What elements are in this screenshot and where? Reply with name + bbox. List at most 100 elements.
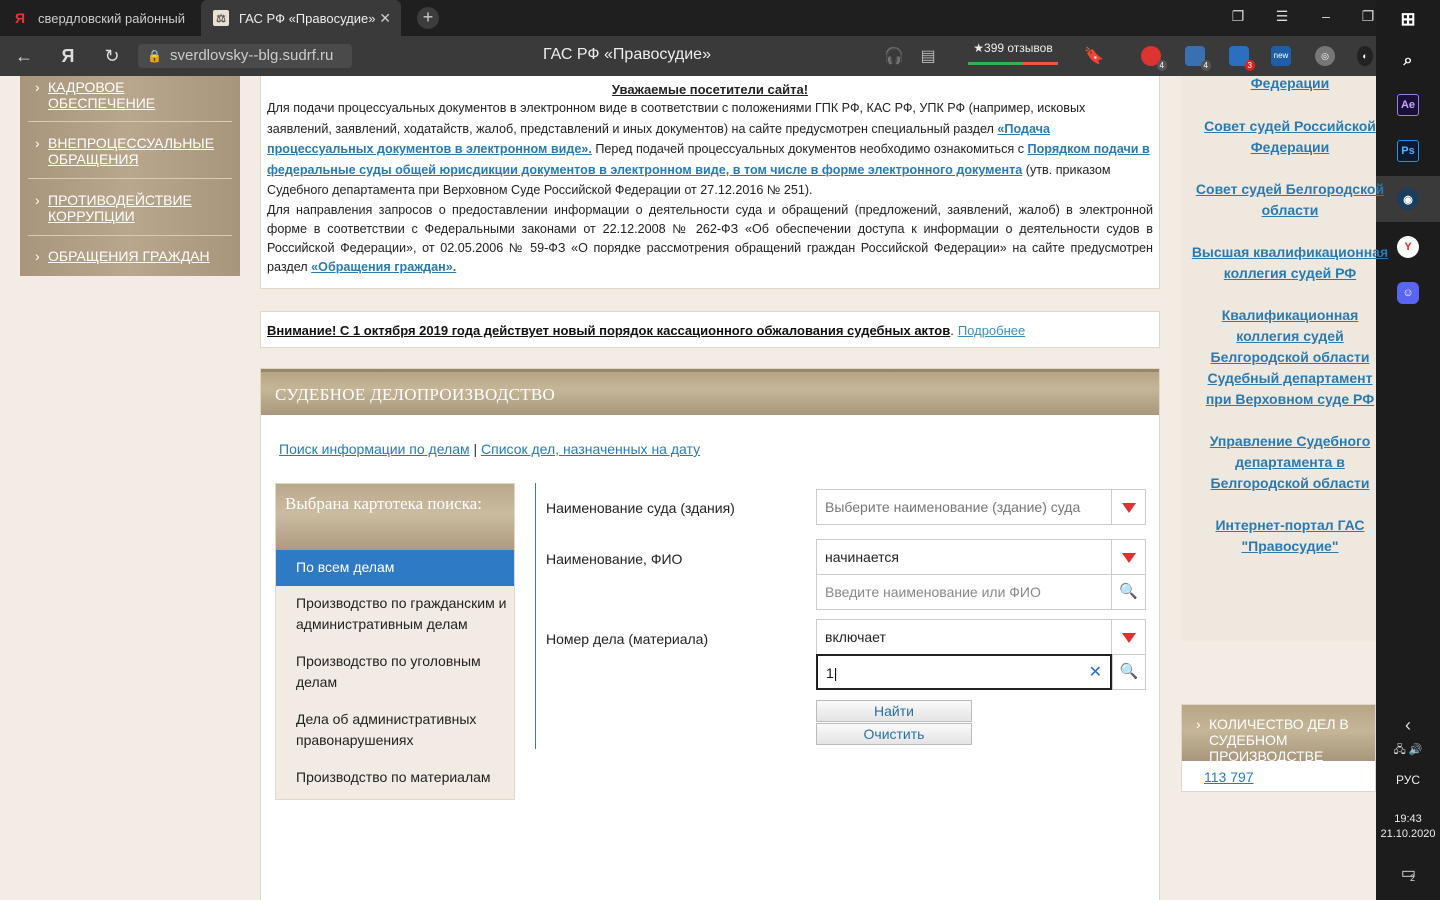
extension-red-icon[interactable]: 4: [1141, 46, 1167, 71]
tab-yandex-search[interactable]: Я свердловский районный с: [0, 0, 198, 36]
yandex-favicon-icon: Я: [14, 10, 26, 26]
link-higher-collegium[interactable]: Высшая квалификационная коллегия судей Р…: [1181, 242, 1399, 284]
clock-date: 21.10.2020: [1380, 828, 1436, 840]
headphones-icon[interactable]: 🎧: [883, 46, 905, 66]
tab-sudrf[interactable]: ⚖ ГАС РФ «Правосудие» ✕: [201, 0, 401, 36]
warning-text: Внимание! С 1 октября 2019 года действуе…: [267, 323, 951, 338]
link-department-belgorod[interactable]: Управление Судебного департамента в Белг…: [1181, 431, 1399, 494]
minimize-icon[interactable]: –: [1316, 8, 1336, 24]
divider: [28, 178, 232, 179]
extension-icon[interactable]: ◐: [1357, 46, 1373, 66]
divider: [28, 235, 232, 236]
close-tab-icon[interactable]: ✕: [379, 10, 391, 27]
page-title: ГАС РФ «Правосудие»: [543, 46, 711, 63]
case-count-title[interactable]: › КОЛИЧЕСТВО ДЕЛ В СУДЕБНОМ ПРОИЗВОДСТВЕ: [1182, 705, 1375, 764]
name-input[interactable]: Введите наименование или ФИО 🔍: [816, 574, 1146, 610]
link-judicial-department[interactable]: Судебный департамент при Верховном суде …: [1181, 368, 1399, 410]
link-qualification-collegium[interactable]: Квалификационная коллегия судей Белгород…: [1181, 305, 1399, 368]
menu-icon[interactable]: ☰: [1272, 8, 1292, 25]
divider: [535, 483, 536, 749]
divider: [28, 121, 232, 122]
case-match-value: включает: [825, 629, 886, 645]
link-council-belgorod[interactable]: Совет судей Белгородской области: [1181, 179, 1399, 221]
address-bar: ← Я ↻ 🔒 sverdlovsky--blg.sudrf.ru ГАС РФ…: [0, 36, 1376, 76]
menu-item-anticorruption[interactable]: › ПРОТИВОДЕЙСТВИЕ КОРРУПЦИИ: [20, 192, 240, 224]
more-link[interactable]: Подробнее: [958, 323, 1025, 338]
reader-mode-icon[interactable]: ▤: [917, 46, 939, 66]
dropdown-arrow-icon[interactable]: [1111, 490, 1145, 524]
restore-icon[interactable]: ❐: [1358, 8, 1378, 25]
case-number-input[interactable]: 1| ✕: [816, 654, 1112, 690]
warning-dot: .: [950, 323, 954, 338]
search-icon[interactable]: 🔍: [1111, 575, 1145, 609]
case-count-widget: › КОЛИЧЕСТВО ДЕЛ В СУДЕБНОМ ПРОИЗВОДСТВЕ …: [1181, 704, 1376, 792]
language-indicator[interactable]: РУС: [1376, 773, 1440, 787]
notification-count: 2: [1410, 873, 1416, 883]
citizen-appeals-link[interactable]: «Обращения граждан».: [311, 260, 456, 274]
search-links: Поиск информации по делам | Список дел, …: [279, 441, 700, 457]
browser-tab-bar: Я свердловский районный с ⚖ ГАС РФ «Прав…: [0, 0, 1376, 36]
case-list-by-date-link[interactable]: Список дел, назначенных на дату: [481, 441, 700, 457]
reviews-button[interactable]: ★399 отзывов: [966, 41, 1060, 65]
dropdown-arrow-icon[interactable]: [1111, 620, 1145, 654]
rating-bar: [968, 62, 1058, 65]
tab-title: ГАС РФ «Правосудие»: [239, 10, 376, 26]
clear-icon[interactable]: ✕: [1089, 662, 1102, 682]
reload-icon[interactable]: ↻: [100, 46, 124, 66]
menu-item-hr[interactable]: › КАДРОВОЕ ОБЕСПЕЧЕНИЕ: [20, 79, 240, 111]
court-select-placeholder: Выберите наименование (здание) суда: [825, 499, 1081, 515]
case-number-label: Номер дела (материала): [546, 631, 709, 647]
globe-icon[interactable]: ◎: [1315, 46, 1335, 66]
search-icon[interactable]: 🔍: [1112, 654, 1146, 690]
yandex-icon[interactable]: Я: [56, 46, 80, 66]
windows-start-icon[interactable]: ⊞: [1376, 0, 1440, 38]
mail-extension-icon[interactable]: 4: [1185, 46, 1211, 71]
name-input-placeholder: Введите наименование или ФИО: [825, 584, 1041, 600]
court-name-label: Наименование суда (здания): [546, 500, 735, 516]
scales-favicon-icon: ⚖: [213, 10, 229, 26]
find-button[interactable]: Найти: [816, 700, 972, 722]
menu-item-label: КАДРОВОЕ ОБЕСПЕЧЕНИЕ: [48, 79, 156, 111]
clock[interactable]: 19:43 21.10.2020: [1376, 812, 1440, 842]
reviews-text: ★399 отзывов: [973, 41, 1053, 55]
menu-item-nonprocedural[interactable]: › ВНЕПРОЦЕССУАЛЬНЫЕ ОБРАЩЕНИЯ: [20, 135, 240, 167]
clock-time: 19:43: [1394, 813, 1422, 825]
tab-title: свердловский районный с: [38, 10, 188, 26]
news-extension-icon[interactable]: new: [1271, 46, 1291, 66]
link-federation[interactable]: Федерации: [1181, 73, 1399, 94]
case-count-value[interactable]: 113 797: [1204, 769, 1254, 785]
bookmarks-icon[interactable]: ❐: [1228, 8, 1248, 25]
case-count-title-text: КОЛИЧЕСТВО ДЕЛ В СУДЕБНОМ ПРОИЗВОДСТВЕ: [1209, 716, 1349, 764]
new-tab-button[interactable]: +: [417, 7, 439, 29]
dropdown-arrow-icon[interactable]: [1111, 540, 1145, 574]
menu-item-label: ПРОТИВОДЕЙСТВИЕ КОРРУПЦИИ: [48, 192, 192, 224]
notice-title: Уважаемые посетители сайта!: [611, 82, 809, 97]
visitor-notice: Уважаемые посетители сайта! Для подачи п…: [260, 76, 1160, 289]
back-icon[interactable]: ←: [12, 46, 36, 66]
file-item-admin-offences[interactable]: Дела об административных правонарушениях: [276, 709, 514, 751]
court-name-select[interactable]: Выберите наименование (здание) суда: [816, 489, 1146, 525]
ext-count: 3: [1244, 60, 1255, 71]
notice-text: Перед подачей процессуальных документов …: [591, 142, 1028, 157]
notifications-icon[interactable]: ▭ 2: [1376, 850, 1440, 896]
bookmark-icon[interactable]: 🔖: [1083, 46, 1105, 66]
case-search-link[interactable]: Поиск информации по делам: [279, 441, 470, 457]
link-separator: |: [473, 441, 478, 457]
name-match-value: начинается: [825, 549, 899, 565]
network-volume-icon[interactable]: 🖧 🔊: [1376, 730, 1440, 770]
file-item-all[interactable]: По всем делам: [276, 550, 514, 586]
menu-item-citizen-appeals[interactable]: › ОБРАЩЕНИЯ ГРАЖДАН: [20, 248, 240, 264]
url-field[interactable]: 🔒 sverdlovsky--blg.sudrf.ru: [138, 44, 352, 68]
menu-item-label: ВНЕПРОЦЕССУАЛЬНЫЕ ОБРАЩЕНИЯ: [48, 135, 215, 167]
file-item-materials[interactable]: Производство по материалам: [276, 767, 514, 788]
case-match-select[interactable]: включает: [816, 619, 1146, 655]
name-match-select[interactable]: начинается: [816, 539, 1146, 575]
file-item-civil[interactable]: Производство по гражданским и администра…: [276, 593, 514, 635]
link-gas-portal[interactable]: Интернет-портал ГАС "Правосудие": [1181, 515, 1399, 557]
name-label: Наименование, ФИО: [546, 551, 683, 567]
vk-extension-icon[interactable]: 3: [1229, 46, 1255, 71]
clear-button[interactable]: Очистить: [816, 723, 972, 745]
link-council-rf[interactable]: Совет судей Российской Федерации: [1181, 116, 1399, 158]
file-item-criminal[interactable]: Производство по уголовным делам: [276, 651, 514, 693]
cassation-warning: Внимание! С 1 октября 2019 года действуе…: [260, 311, 1160, 348]
